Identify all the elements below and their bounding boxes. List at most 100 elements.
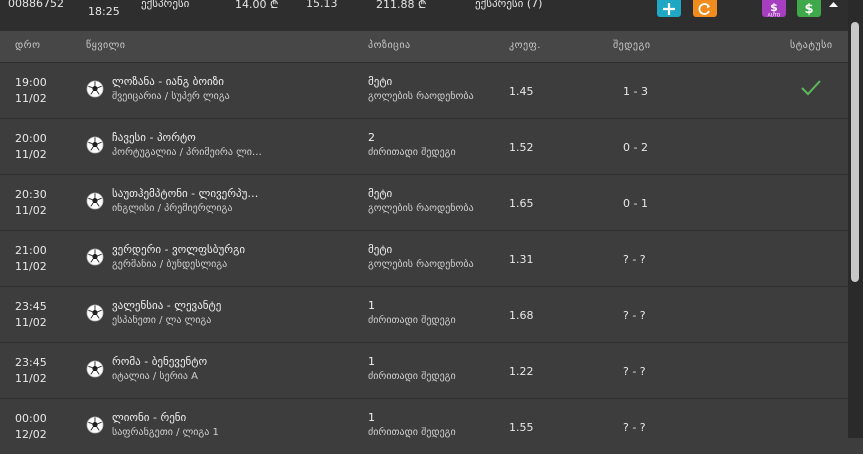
ticket-total-odds: 15.13 [306,0,338,10]
ticket-type: ექსპრესი [141,0,190,10]
bet-odds: 1.68 [509,309,534,322]
header-status: სტატუსი [790,40,833,51]
header-result: შედეგი [613,40,651,51]
bet-position: მეტი [368,243,393,256]
bet-odds: 1.65 [509,197,534,210]
header-odds: კოეფ. [509,40,541,51]
table-header: დრო წყვილი პოზიცია კოეფ. შედეგი სტატუსი [0,31,848,62]
soccer-ball-icon [86,416,104,434]
ticket-stake: 14.00 ₾ [235,0,279,11]
match-time: 23:45 [15,300,47,313]
event-name: ვერდერი - ვოლფსბურგი [112,243,246,256]
soccer-ball-icon [86,192,104,210]
match-date: 11/02 [15,92,47,105]
bet-row[interactable]: 21:00 11/02 ვერდერი - ვოლფსბურგი გერმანია /… [0,230,848,286]
bet-position: 1 [368,355,375,368]
league-name: იტალია / სერია A [112,371,198,382]
bet-position: 1 [368,411,375,424]
event-name: ლიონი - რენი [112,411,187,424]
auto-cash-icon: $AUTO [768,1,781,17]
svg-text:$: $ [770,1,778,14]
match-result: ? - ? [623,365,646,378]
match-date: 11/02 [15,148,47,161]
ticket-time: 18:25 [88,5,120,18]
svg-text:$: $ [804,2,813,17]
plus-icon [663,2,675,15]
ticket-id: 00886752 [8,0,64,10]
dollar-icon: $ [804,2,813,17]
bet-position: მეტი [368,187,393,200]
bet-market: ძირითადი შედეგი [368,315,456,326]
header-time: დრო [15,40,41,51]
league-name: შვეიცარია / სუპერ ლიგა [112,91,230,102]
soccer-ball-icon [86,304,104,322]
match-result: 0 - 1 [623,197,648,210]
match-result: ? - ? [623,309,646,322]
match-time: 19:00 [15,76,47,89]
ticket-status: ექსპრესი (7) [475,0,543,10]
match-result: 1 - 3 [623,85,648,98]
auto-cashout-button[interactable]: $ AUTO [762,0,786,17]
refresh-button[interactable] [693,0,717,17]
match-time: 23:45 [15,356,47,369]
event-name: ვალენსია - ლევანტე [112,299,222,312]
bet-market: გოლების რაოდენობა [368,91,474,102]
match-time: 20:30 [15,188,47,201]
soccer-ball-icon [86,80,104,98]
header-event: წყვილი [86,40,126,51]
checkmark-icon [800,78,822,98]
svg-text:AUTO: AUTO [768,12,781,17]
bet-row[interactable]: 20:00 11/02 ჩავესი - პორტო პორტუგალია / პრი… [0,118,848,174]
bet-odds: 1.55 [509,421,534,434]
scrollbar-thumb[interactable] [851,22,859,282]
match-date: 11/02 [15,260,47,273]
soccer-ball-icon [86,248,104,266]
event-name: რომა - ბენევენტო [112,355,208,368]
soccer-ball-icon [86,136,104,154]
soccer-ball-icon [86,360,104,378]
bet-odds: 1.45 [509,85,534,98]
bet-market: ძირითადი შედეგი [368,147,456,158]
ticket-summary-bar: 00886752 18:25 ექსპრესი 14.00 ₾ 15.13 21… [0,0,848,31]
bet-row[interactable]: 20:30 11/02 საუთჰემპტონი - ლივერპული ინგლის… [0,174,848,230]
league-name: საფრანგეთი / ლიგა 1 [112,427,219,438]
match-time: 00:00 [15,412,47,425]
match-time: 21:00 [15,244,47,257]
match-date: 11/02 [15,316,47,329]
bet-position: მეტი [368,75,393,88]
bet-position: 2 [368,131,375,144]
match-result: ? - ? [623,421,646,434]
bet-odds: 1.22 [509,365,534,378]
event-name: ლოზანა - იანგ ბოიზი [112,75,224,88]
bet-odds: 1.52 [509,141,534,154]
bet-row[interactable]: 00:00 12/02 ლიონი - რენი საფრანგეთი / ლიგა … [0,398,848,454]
match-time: 20:00 [15,132,47,145]
bet-row[interactable]: 23:45 11/02 ვალენსია - ლევანტე ესპანეთი / ლ… [0,286,848,342]
event-name: საუთჰემპტონი - ლივერპული [112,187,262,200]
match-result: 0 - 2 [623,141,648,154]
bet-market: გოლების რაოდენობა [368,259,474,270]
event-name: ჩავესი - პორტო [112,131,196,144]
league-name: პორტუგალია / პრიმეირა ლიგა [112,147,262,158]
header-position: პოზიცია [368,40,411,51]
bet-market: ძირითადი შედეგი [368,427,456,438]
league-name: ინგლისი / პრემიერლიგა [112,203,233,214]
bet-row[interactable]: 23:45 11/02 რომა - ბენევენტო იტალია / სერია… [0,342,848,398]
match-date: 11/02 [15,372,47,385]
league-name: ესპანეთი / ლა ლიგა [112,315,212,326]
bet-odds: 1.31 [509,253,534,266]
bet-row[interactable]: 19:00 11/02 ლოზანა - იანგ ბოიზი შვეიცარია /… [0,62,848,118]
match-date: 12/02 [15,428,47,441]
ticket-possible-win: 211.88 ₾ [376,0,427,11]
add-button[interactable] [657,0,681,17]
match-date: 11/02 [15,204,47,217]
match-result: ? - ? [623,253,646,266]
bet-market: გოლების რაოდენობა [368,203,474,214]
refresh-icon [698,2,710,15]
scrollbar[interactable] [848,0,863,438]
bet-market: ძირითადი შედეგი [368,371,456,382]
bet-position: 1 [368,299,375,312]
collapse-arrow-icon[interactable] [828,0,839,8]
cashout-button[interactable]: $ [797,0,821,17]
league-name: გერმანია / ბუნდესლიგა [112,259,228,270]
